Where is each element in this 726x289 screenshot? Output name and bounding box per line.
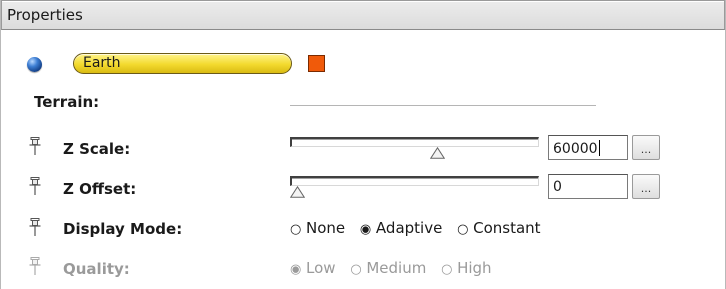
display-mode-option-label: Constant [473, 219, 541, 237]
quality-radio-group: ◉ Low ○ Medium ○ High [290, 259, 502, 279]
display-mode-label: Display Mode: [63, 220, 183, 238]
quality-option-label: Low [306, 259, 336, 277]
z-scale-input[interactable]: 60000 [548, 135, 628, 160]
quality-label: Quality: [63, 260, 130, 278]
quality-option-high: ○ High [441, 259, 491, 277]
z-offset-input[interactable]: 0 [548, 174, 628, 199]
pin-icon[interactable] [29, 137, 41, 156]
display-mode-radio-group: ○ None ◉ Adaptive ○ Constant [290, 219, 551, 239]
globe-icon [27, 57, 42, 72]
display-mode-option-adaptive[interactable]: ◉ Adaptive [360, 219, 442, 237]
radio-icon: ○ [441, 262, 453, 277]
radio-icon: ○ [350, 262, 362, 277]
z-offset-slider-track[interactable] [290, 176, 539, 186]
terrain-section-label: Terrain: [34, 93, 100, 111]
properties-panel: Properties Earth Terrain: Z Scale: 60000… [0, 0, 726, 289]
quality-option-label: Medium [366, 259, 427, 277]
pin-icon [29, 257, 41, 275]
pin-icon[interactable] [29, 218, 41, 237]
z-scale-slider-thumb[interactable] [430, 147, 445, 159]
terrain-divider [290, 105, 596, 106]
planet-name-pill[interactable]: Earth [73, 53, 292, 74]
z-scale-browse-button[interactable]: ... [632, 135, 660, 160]
z-offset-slider[interactable] [290, 174, 539, 199]
z-scale-label: Z Scale: [63, 140, 131, 158]
z-offset-browse-button[interactable]: ... [632, 174, 660, 199]
z-offset-label: Z Offset: [63, 180, 137, 198]
z-offset-value: 0 [553, 179, 562, 195]
radio-icon: ○ [290, 222, 302, 237]
z-scale-slider-track[interactable] [290, 137, 539, 147]
quality-option-medium: ○ Medium [350, 259, 426, 277]
radio-icon: ◉ [359, 222, 372, 237]
display-mode-option-none[interactable]: ○ None [290, 219, 345, 237]
quality-option-label: High [457, 259, 492, 277]
z-scale-slider[interactable] [290, 135, 539, 160]
z-offset-slider-thumb[interactable] [290, 186, 305, 198]
properties-titlebar: Properties [1, 0, 725, 30]
display-mode-option-constant[interactable]: ○ Constant [457, 219, 540, 237]
panel-title: Properties [7, 6, 83, 24]
text-caret [598, 140, 600, 156]
pin-icon[interactable] [29, 177, 41, 196]
display-mode-option-label: None [306, 219, 346, 237]
display-mode-option-label: Adaptive [375, 219, 443, 237]
radio-icon: ○ [457, 222, 469, 237]
planet-color-swatch[interactable] [308, 55, 325, 72]
z-scale-value: 60000 [553, 141, 598, 157]
radio-icon: ◉ [290, 262, 302, 277]
planet-name: Earth [83, 55, 121, 71]
quality-option-low: ◉ Low [290, 259, 336, 277]
